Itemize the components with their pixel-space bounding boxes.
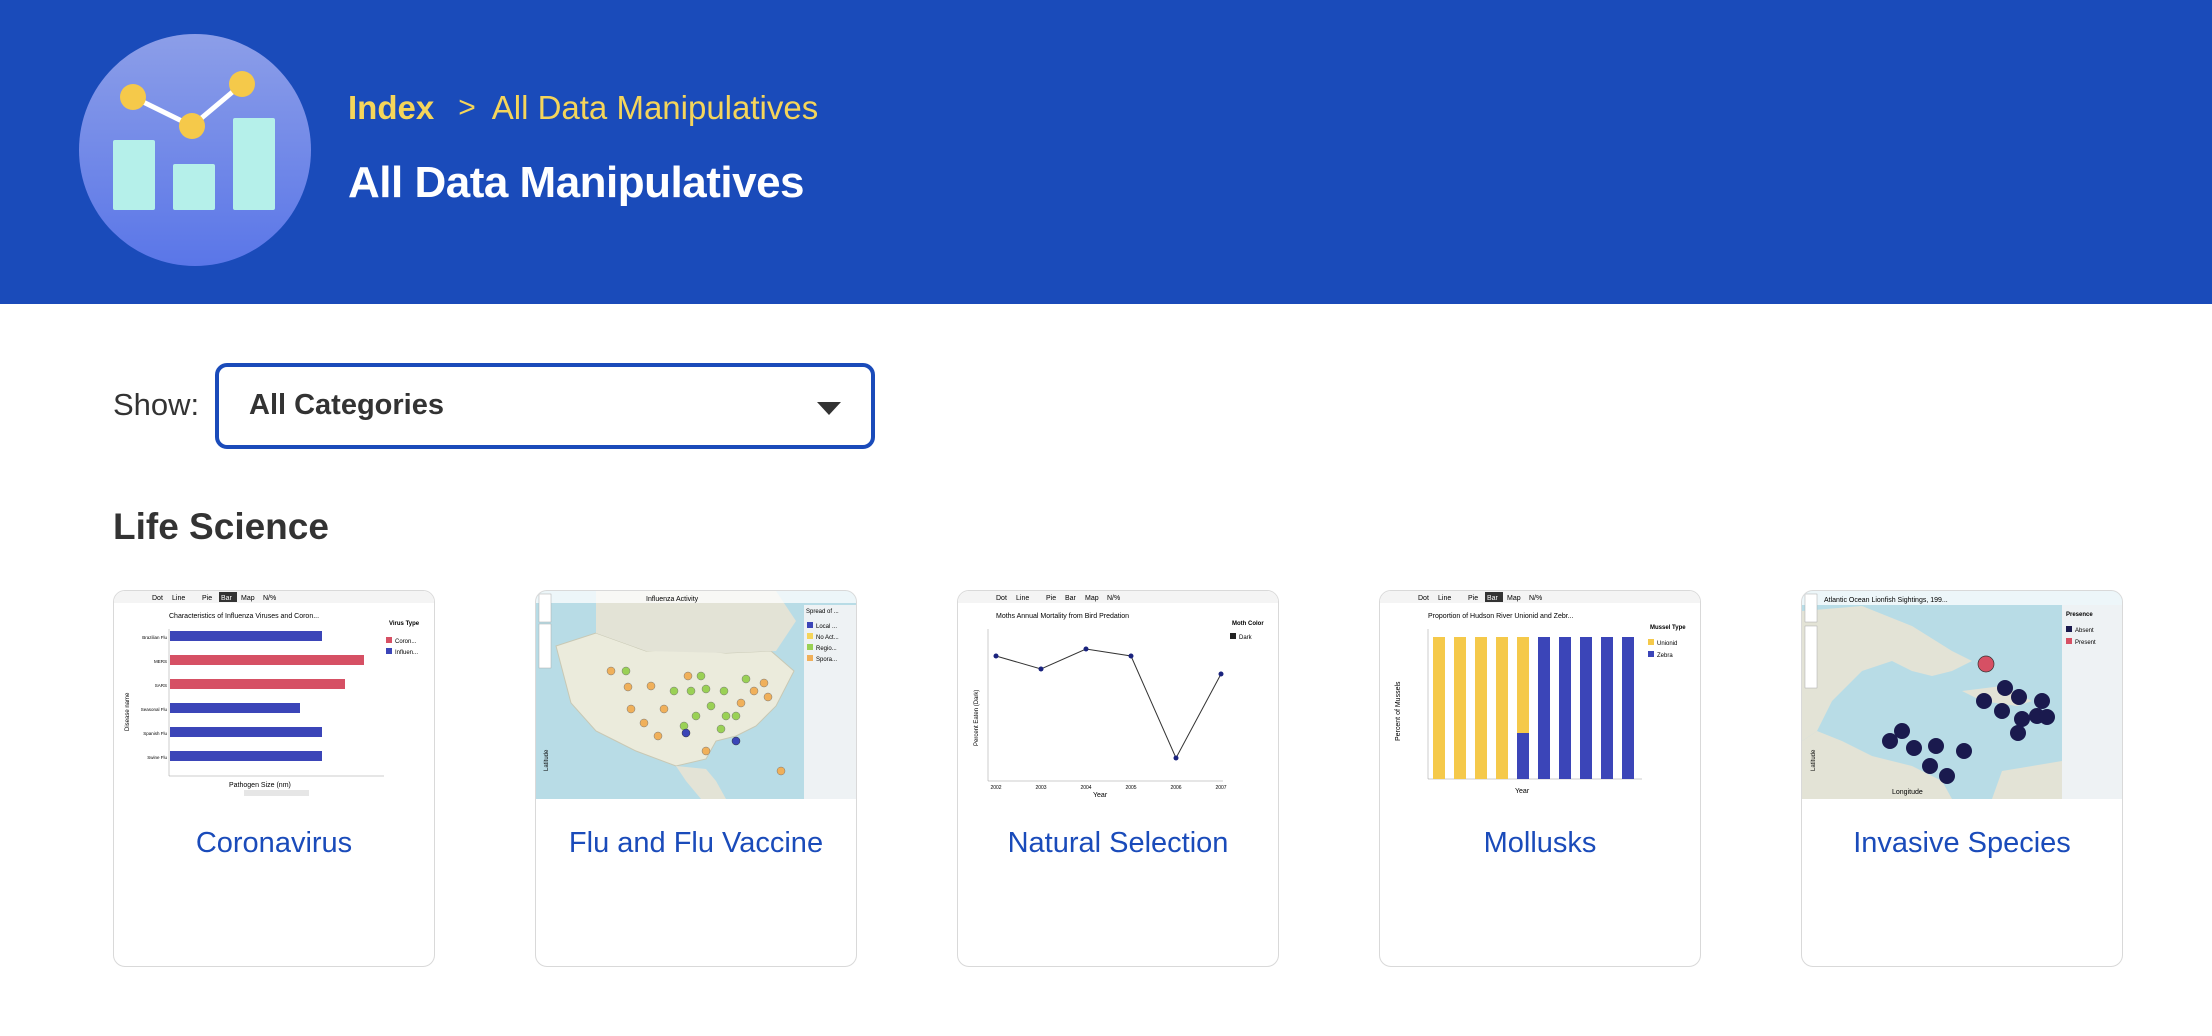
thumb-legend-item: Present [2075,640,2096,646]
thumb-legend-item: Absent [2075,628,2094,634]
thumb-bar-label: SARS [155,683,167,688]
breadcrumb: Index > All Data Manipulatives [348,86,818,130]
caret-down-icon [817,402,841,415]
card-title: Natural Selection [1007,827,1229,859]
thumb-chart-title: Characteristics of Influenza Viruses and… [169,613,319,620]
thumb-bar-label: Swine Flu [147,755,167,760]
toolbar-label: Line [1438,595,1451,602]
thumb-x-label: Year [1515,788,1530,795]
thumb-legend-item: Regio... [816,646,837,652]
card-flu-and-flu-vaccine[interactable]: Influenza Activity Spread of ... Local .… [535,590,857,967]
thumb-x-tick: 2006 [1170,785,1181,791]
toolbar-label: Map [241,595,255,602]
toolbar-label: N/% [1529,595,1542,602]
card-mollusks[interactable]: Dot Line Pie Bar Map N/% Proportion of H… [1379,590,1701,967]
thumb-legend-item: Spora... [816,657,837,663]
thumb-chart-title: Proportion of Hudson River Unionid and Z… [1428,613,1574,620]
thumb-legend-item: Unionid [1657,641,1677,647]
thumb-y-label: Percent Eaten (Dark) [974,690,980,746]
thumb-x-tick: 2002 [990,785,1001,791]
thumb-chart-title: Atlantic Ocean Lionfish Sightings, 199..… [1824,597,1948,604]
card-thumbnail: Atlantic Ocean Lionfish Sightings, 199..… [1802,591,2122,799]
toolbar-label: Line [172,595,185,602]
card-thumbnail: Dot Line Pie Bar Map N/% Proportion of H… [1380,591,1700,799]
page-title: All Data Manipulatives [348,158,805,207]
thumb-x-tick: 2007 [1215,785,1226,791]
thumb-bar-label: Seasonal Flu [141,707,168,712]
card-thumbnail: Dot Line Pie Bar Map N/% Moths Annual Mo… [958,591,1278,799]
thumb-legend-item: Coron... [395,639,417,645]
thumb-x-tick: 2004 [1080,785,1091,791]
thumb-y-label: Disease name [125,692,131,731]
thumb-legend-item: Zebra [1657,653,1673,659]
thumb-legend-item: Dark [1239,635,1253,641]
toolbar-label: Line [1016,595,1029,602]
card-natural-selection[interactable]: Dot Line Pie Bar Map N/% Moths Annual Mo… [957,590,1279,967]
section-heading: Life Science [113,506,329,547]
thumb-legend-title: Virus Type [389,621,420,627]
toolbar-label: Dot [996,595,1007,602]
breadcrumb-current: All Data Manipulatives [491,89,819,126]
thumb-bar-label: MERS [154,659,167,664]
thumb-chart-title: Influenza Activity [646,596,699,603]
thumb-bar-label: Spanish Flu [143,731,167,736]
card-thumbnail: Influenza Activity Spread of ... Local .… [536,591,856,799]
card-invasive-species[interactable]: Atlantic Ocean Lionfish Sightings, 199..… [1801,590,2123,967]
breadcrumb-index-link[interactable]: Index [348,89,434,127]
thumb-legend-item: Influen... [395,650,418,656]
thumb-legend-item: No Act... [816,635,839,641]
thumb-y-label: Latitude [544,749,550,771]
toolbar-label: Dot [1418,595,1429,602]
thumb-legend-item: Local ... [816,624,837,630]
thumb-x-label: Longitude [1892,789,1923,796]
thumb-legend-title: Mussel Type [1650,625,1686,631]
thumb-x-label: Year [1093,792,1108,799]
card-title: Mollusks [1483,827,1597,859]
thumb-legend-title: Moth Color [1232,621,1264,627]
thumb-x-label: Pathogen Size (nm) [229,782,291,789]
toolbar-label: Bar [1487,595,1499,602]
card-title: Coronavirus [195,827,353,859]
toolbar-label: Map [1507,595,1521,602]
toolbar-label: Pie [1046,595,1056,602]
thumb-x-tick: 2003 [1035,785,1046,791]
thumb-legend-title: Spread of ... [806,609,839,615]
toolbar-label: Dot [152,595,163,602]
toolbar-label: N/% [1107,595,1120,602]
toolbar-label: Map [1085,595,1099,602]
chart-logo-icon [79,34,311,266]
toolbar-label: N/% [263,595,276,602]
thumb-y-label: Percent of Mussels [1395,681,1402,741]
card-thumbnail: Dot Line Pie Bar Map N/% Characteristics… [114,591,434,799]
thumb-chart-title: Moths Annual Mortality from Bird Predati… [996,613,1129,620]
breadcrumb-separator: > [458,91,476,124]
card-coronavirus[interactable]: Dot Line Pie Bar Map N/% Characteristics… [113,590,435,967]
toolbar-label: Bar [1065,595,1077,602]
card-title: Invasive Species [1853,827,2071,859]
category-select[interactable]: All Categories [215,363,875,449]
toolbar-label: Bar [221,595,233,602]
thumb-legend-title: Presence [2066,612,2093,618]
show-filter-label: Show: [113,387,200,422]
toolbar-label: Pie [1468,595,1478,602]
thumb-bar-label: Brazilian Flu [142,635,167,640]
card-title: Flu and Flu Vaccine [568,827,824,859]
thumb-x-tick: 2005 [1125,785,1136,791]
category-select-value: All Categories [249,389,444,421]
thumb-y-label: Latitude [1811,749,1817,771]
toolbar-label: Pie [202,595,212,602]
page-header: Index > All Data Manipulatives All Data … [0,0,2212,304]
